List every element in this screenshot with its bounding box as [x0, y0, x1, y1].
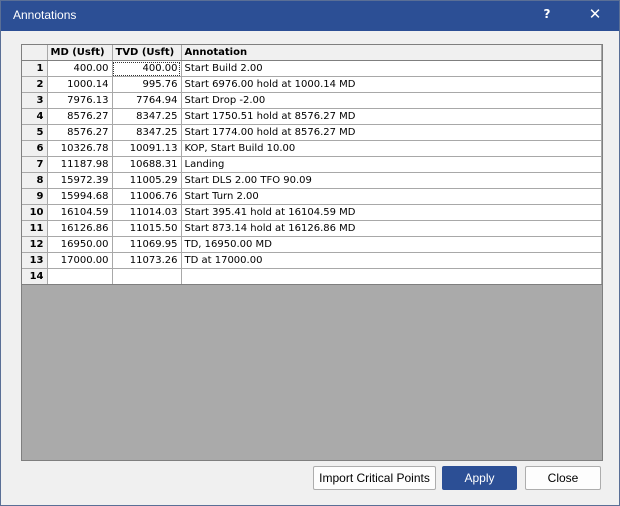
- annotation-cell[interactable]: Start 873.14 hold at 16126.86 MD: [181, 220, 602, 237]
- column-header-annotation[interactable]: Annotation: [181, 45, 602, 61]
- table-row[interactable]: 10 16104.59 11014.03 Start 395.41 hold at 1…: [22, 204, 602, 221]
- table-row[interactable]: 12 16950.00 11069.95 TD, 16950.00 MD: [22, 236, 602, 253]
- annotation-cell[interactable]: Start Build 2.00: [181, 60, 602, 77]
- md-cell[interactable]: 7976.13: [47, 92, 113, 109]
- apply-button[interactable]: Apply: [442, 466, 517, 490]
- annotation-cell[interactable]: Start 6976.00 hold at 1000.14 MD: [181, 76, 602, 93]
- table-row[interactable]: 3 7976.13 7764.94 Start Drop -2.00: [22, 92, 602, 109]
- md-cell[interactable]: 17000.00: [47, 252, 113, 269]
- annotation-cell[interactable]: Start 1774.00 hold at 8576.27 MD: [181, 124, 602, 141]
- annotations-table: MD (Usft) TVD (Usft) Annotation 1 400.00 4…: [22, 45, 602, 285]
- annotation-cell[interactable]: Start Turn 2.00: [181, 188, 602, 205]
- tvd-cell[interactable]: 11073.26: [112, 252, 182, 269]
- row-header[interactable]: 14: [22, 268, 48, 285]
- table-row[interactable]: 6 10326.78 10091.13 KOP, Start Build 10.00: [22, 140, 602, 157]
- tvd-cell[interactable]: 7764.94: [112, 92, 182, 109]
- md-cell[interactable]: 16950.00: [47, 236, 113, 253]
- md-cell[interactable]: 15994.68: [47, 188, 113, 205]
- close-icon[interactable]: ✕: [575, 1, 615, 31]
- row-header[interactable]: 10: [22, 204, 48, 221]
- md-cell[interactable]: 11187.98: [47, 156, 113, 173]
- annotation-cell[interactable]: TD at 17000.00: [181, 252, 602, 269]
- annotations-grid[interactable]: MD (Usft) TVD (Usft) Annotation 1 400.00 4…: [21, 44, 603, 461]
- annotation-cell[interactable]: KOP, Start Build 10.00: [181, 140, 602, 157]
- tvd-cell[interactable]: 11006.76: [112, 188, 182, 205]
- annotation-cell[interactable]: Landing: [181, 156, 602, 173]
- annotation-cell[interactable]: Start DLS 2.00 TFO 90.09: [181, 172, 602, 189]
- tvd-cell[interactable]: 11005.29: [112, 172, 182, 189]
- row-header[interactable]: 7: [22, 156, 48, 173]
- table-row[interactable]: 14: [22, 268, 602, 285]
- md-cell[interactable]: 10326.78: [47, 140, 113, 157]
- row-header[interactable]: 12: [22, 236, 48, 253]
- row-header[interactable]: 6: [22, 140, 48, 157]
- row-header[interactable]: 8: [22, 172, 48, 189]
- table-row[interactable]: 1 400.00 400.00 Start Build 2.00: [22, 60, 602, 77]
- dialog-title: Annotations: [13, 8, 77, 22]
- tvd-cell[interactable]: 8347.25: [112, 124, 182, 141]
- tvd-cell[interactable]: 11069.95: [112, 236, 182, 253]
- tvd-cell[interactable]: [112, 268, 182, 285]
- table-row[interactable]: 4 8576.27 8347.25 Start 1750.51 hold at 857…: [22, 108, 602, 125]
- column-header-tvd[interactable]: TVD (Usft): [112, 45, 182, 61]
- annotation-cell[interactable]: TD, 16950.00 MD: [181, 236, 602, 253]
- md-cell[interactable]: 400.00: [47, 60, 113, 77]
- md-cell[interactable]: 16104.59: [47, 204, 113, 221]
- tvd-cell[interactable]: 10091.13: [112, 140, 182, 157]
- annotation-cell[interactable]: [181, 268, 602, 285]
- row-header[interactable]: 2: [22, 76, 48, 93]
- row-header[interactable]: 9: [22, 188, 48, 205]
- row-header[interactable]: 3: [22, 92, 48, 109]
- header-row: MD (Usft) TVD (Usft) Annotation: [22, 45, 602, 61]
- md-cell[interactable]: [47, 268, 113, 285]
- table-row[interactable]: 7 11187.98 10688.31 Landing: [22, 156, 602, 173]
- table-row[interactable]: 5 8576.27 8347.25 Start 1774.00 hold at 857…: [22, 124, 602, 141]
- annotation-cell[interactable]: Start 395.41 hold at 16104.59 MD: [181, 204, 602, 221]
- md-cell[interactable]: 1000.14: [47, 76, 113, 93]
- title-bar[interactable]: Annotations ? ✕: [1, 1, 619, 31]
- tvd-cell[interactable]: 995.76: [112, 76, 182, 93]
- annotation-cell[interactable]: Start Drop -2.00: [181, 92, 602, 109]
- table-row[interactable]: 8 15972.39 11005.29 Start DLS 2.00 TFO 90.0…: [22, 172, 602, 189]
- table-row[interactable]: 13 17000.00 11073.26 TD at 17000.00: [22, 252, 602, 269]
- annotations-dialog: Annotations ? ✕ MD (Usft) TVD (Usft) Ann…: [0, 0, 620, 506]
- tvd-cell[interactable]: 8347.25: [112, 108, 182, 125]
- tvd-cell[interactable]: 11014.03: [112, 204, 182, 221]
- md-cell[interactable]: 8576.27: [47, 108, 113, 125]
- annotation-cell[interactable]: Start 1750.51 hold at 8576.27 MD: [181, 108, 602, 125]
- tvd-cell[interactable]: 400.00: [112, 60, 182, 77]
- tvd-cell[interactable]: 10688.31: [112, 156, 182, 173]
- md-cell[interactable]: 15972.39: [47, 172, 113, 189]
- corner-header: [22, 45, 48, 61]
- column-header-md[interactable]: MD (Usft): [47, 45, 113, 61]
- md-cell[interactable]: 16126.86: [47, 220, 113, 237]
- row-header[interactable]: 11: [22, 220, 48, 237]
- table-row[interactable]: 2 1000.14 995.76 Start 6976.00 hold at 1000…: [22, 76, 602, 93]
- row-header[interactable]: 4: [22, 108, 48, 125]
- row-header[interactable]: 5: [22, 124, 48, 141]
- md-cell[interactable]: 8576.27: [47, 124, 113, 141]
- close-button[interactable]: Close: [525, 466, 601, 490]
- import-critical-points-button[interactable]: Import Critical Points: [313, 466, 436, 490]
- help-icon[interactable]: ?: [527, 1, 567, 31]
- table-row[interactable]: 11 16126.86 11015.50 Start 873.14 hold at 1…: [22, 220, 602, 237]
- tvd-cell[interactable]: 11015.50: [112, 220, 182, 237]
- row-header[interactable]: 1: [22, 60, 48, 77]
- row-header[interactable]: 13: [22, 252, 48, 269]
- table-row[interactable]: 9 15994.68 11006.76 Start Turn 2.00: [22, 188, 602, 205]
